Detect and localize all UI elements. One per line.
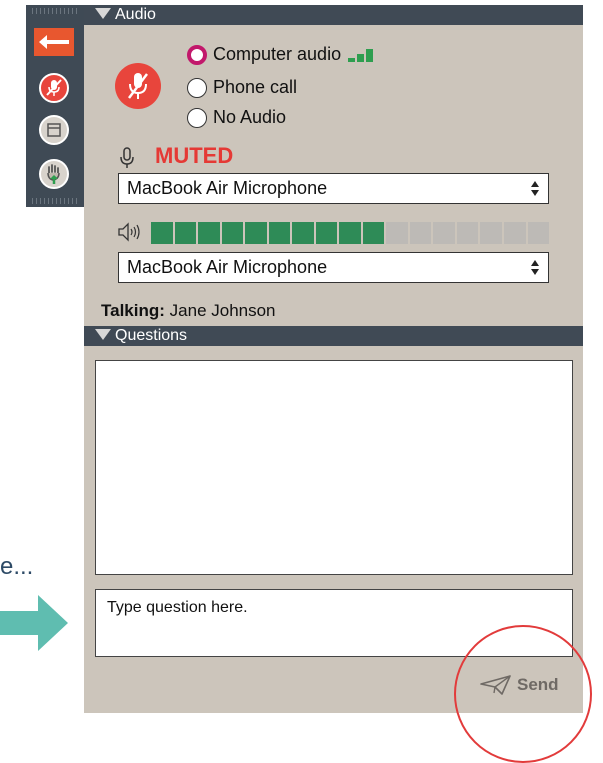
level-segment (527, 222, 550, 244)
mute-toggle-button[interactable] (34, 73, 74, 103)
muted-mic-icon (128, 73, 148, 99)
computer-audio-label: Computer audio (213, 44, 342, 64)
toolbar-grip-bottom[interactable] (32, 198, 78, 204)
phone-call-label: Phone call (213, 77, 298, 97)
level-segment (315, 222, 338, 244)
big-mute-button[interactable] (115, 63, 161, 109)
highlight-circle (454, 625, 592, 763)
window-icon (39, 115, 69, 145)
raise-hand-button[interactable] (34, 159, 74, 189)
level-segment (480, 222, 502, 244)
no-audio-label: No Audio (213, 107, 287, 127)
speaker-select-value: MacBook Air Microphone (127, 257, 328, 277)
audio-questions-panel: Audio Computer audio Phone call No Audio… (84, 5, 592, 763)
level-segment (221, 222, 244, 244)
collapse-triangle-icon (95, 8, 111, 20)
questions-header-label: Questions (115, 327, 188, 344)
radio-no-audio[interactable]: No Audio (187, 107, 286, 128)
audio-header-label: Audio (115, 6, 156, 23)
radio-button[interactable] (187, 107, 207, 128)
hint-text: e... (0, 553, 34, 580)
level-segment (503, 222, 526, 244)
radio-phone-call[interactable]: Phone call (187, 77, 297, 98)
muted-mic-icon (39, 73, 69, 103)
back-arrow-icon (34, 28, 74, 56)
window-button[interactable] (34, 115, 74, 145)
level-segment (292, 222, 314, 244)
input-level-meter (151, 222, 550, 244)
speaker-icon (118, 222, 140, 242)
back-button[interactable] (34, 27, 74, 57)
collapse-triangle-icon (95, 329, 111, 341)
toolbar-grip-top[interactable] (32, 8, 78, 14)
radio-computer-audio[interactable]: Computer audio (187, 44, 374, 65)
muted-status-label: MUTED (155, 143, 234, 168)
audio-section-header[interactable]: Audio (84, 5, 583, 25)
radio-button[interactable] (187, 77, 207, 98)
level-segment (433, 222, 455, 244)
radio-button[interactable] (187, 44, 207, 65)
level-segment (174, 222, 197, 244)
speaker-select[interactable]: MacBook Air Microphone (118, 252, 549, 283)
hint-arrow-icon (0, 595, 68, 651)
level-segment (386, 222, 408, 244)
select-arrows-icon (531, 181, 539, 196)
signal-bars-icon (348, 48, 374, 62)
level-segment (456, 222, 479, 244)
side-toolbar (26, 5, 84, 207)
level-segment (339, 222, 361, 244)
talking-label: Talking: (101, 301, 165, 320)
level-segment (198, 222, 220, 244)
level-segment (409, 222, 432, 244)
microphone-select-value: MacBook Air Microphone (127, 178, 328, 198)
questions-section-header[interactable]: Questions (84, 326, 583, 346)
select-arrows-icon (531, 260, 539, 275)
level-segment (151, 222, 173, 244)
level-segment (245, 222, 267, 244)
talking-indicator: Talking: Jane Johnson (101, 301, 276, 321)
level-segment (362, 222, 385, 244)
microphone-select[interactable]: MacBook Air Microphone (118, 173, 549, 204)
level-segment (268, 222, 291, 244)
raise-hand-icon (39, 159, 69, 189)
microphone-icon (120, 147, 134, 168)
talking-name: Jane Johnson (169, 301, 276, 320)
questions-log (95, 360, 573, 575)
